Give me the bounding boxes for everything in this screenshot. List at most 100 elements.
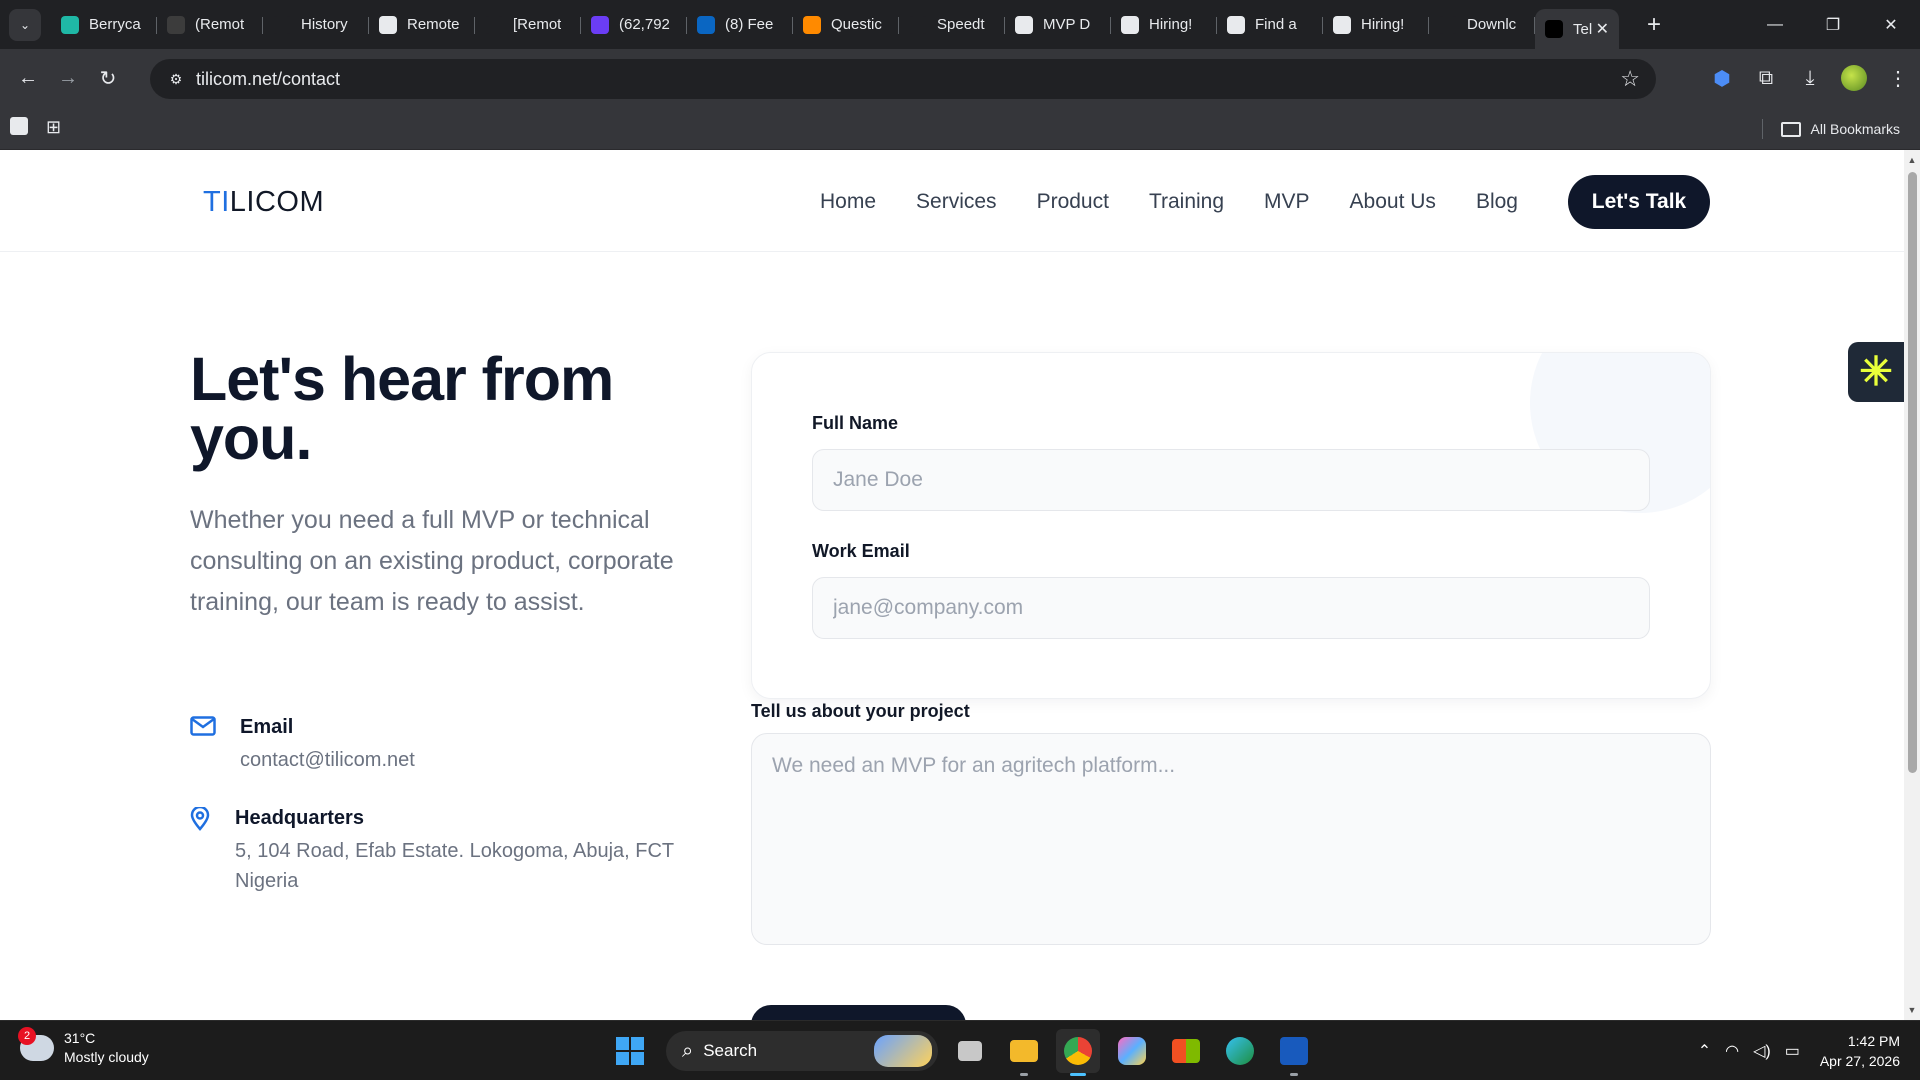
menu-kebab-icon[interactable]: ⋮ bbox=[1876, 66, 1920, 91]
scroll-down-icon[interactable]: ▼ bbox=[1904, 1002, 1920, 1018]
main-nav: Home Services Product Training MVP About Us Bl… bbox=[820, 190, 1558, 214]
back-arrow-icon[interactable]: ← bbox=[8, 58, 48, 98]
browser-tab[interactable]: (8) Fee bbox=[687, 8, 793, 42]
site-info-icon[interactable]: ⚙ bbox=[156, 71, 196, 88]
browser-tab[interactable]: [Remot bbox=[475, 8, 581, 42]
reload-icon[interactable]: ↻ bbox=[88, 58, 128, 98]
battery-icon[interactable]: ▭ bbox=[1785, 1041, 1800, 1061]
extensions-puzzle-icon[interactable]: ⧉ bbox=[1744, 67, 1788, 90]
email-value[interactable]: contact@tilicom.net bbox=[240, 745, 415, 775]
browser-tab[interactable]: (Remot bbox=[157, 8, 263, 42]
browser-tab[interactable]: Remote bbox=[369, 8, 475, 42]
tab-label: History bbox=[301, 16, 348, 33]
scroll-up-icon[interactable]: ▲ bbox=[1904, 152, 1920, 168]
clock[interactable]: 1:42 PM Apr 27, 2026 bbox=[1820, 1031, 1900, 1071]
forward-arrow-icon[interactable]: → bbox=[48, 58, 88, 98]
tab-search-chevron-icon[interactable]: ⌄ bbox=[9, 8, 41, 41]
search-label: Search bbox=[703, 1041, 758, 1060]
lets-talk-button[interactable]: Let's Talk bbox=[1568, 175, 1710, 229]
close-window-icon[interactable]: ✕ bbox=[1862, 0, 1920, 49]
file-explorer-icon[interactable] bbox=[1002, 1029, 1046, 1076]
nav-training[interactable]: Training bbox=[1149, 190, 1224, 214]
browser-tab[interactable]: Hiring! bbox=[1323, 8, 1429, 42]
download-icon[interactable]: ⤓ bbox=[1788, 67, 1832, 90]
all-bookmarks-link[interactable]: All Bookmarks bbox=[1811, 121, 1900, 137]
mail-icon bbox=[190, 716, 240, 775]
project-textarea[interactable] bbox=[751, 733, 1711, 945]
url-text[interactable]: tilicom.net/contact bbox=[196, 69, 340, 90]
word-icon[interactable] bbox=[1272, 1029, 1316, 1076]
globe-icon bbox=[1439, 15, 1457, 34]
linkedin-icon bbox=[697, 15, 715, 34]
page-title: Let's hear from you. bbox=[190, 345, 614, 472]
floating-widget-asterisk-icon[interactable]: ✳ bbox=[1848, 342, 1904, 402]
browser-tab[interactable]: History bbox=[263, 8, 369, 42]
microsoft-store-icon[interactable] bbox=[1164, 1029, 1208, 1073]
minimize-icon[interactable]: — bbox=[1746, 0, 1804, 49]
browser-tab[interactable]: Speedt bbox=[899, 8, 1005, 42]
chevron-up-icon[interactable]: ⌃ bbox=[1698, 1041, 1711, 1061]
address-bar[interactable]: ⚙ tilicom.net/contact ☆ bbox=[150, 59, 1656, 99]
hero-subtitle: Whether you need a full MVP or technical… bbox=[190, 506, 674, 616]
nav-about-us[interactable]: About Us bbox=[1350, 190, 1436, 214]
browser-tab[interactable]: MVP D bbox=[1005, 8, 1111, 42]
nav-home[interactable]: Home bbox=[820, 190, 876, 214]
extension-shield-icon[interactable]: ⬢ bbox=[1700, 66, 1744, 91]
hq-address: 5, 104 Road, Efab Estate. Lokogoma, Abuj… bbox=[235, 840, 674, 892]
apps-grid-icon[interactable]: ⊞ bbox=[46, 117, 61, 138]
taskbar-search[interactable]: ⌕ Search bbox=[666, 1031, 938, 1071]
page-scrollbar[interactable]: ▲ ▼ bbox=[1904, 150, 1920, 1020]
volume-icon[interactable]: ◁) bbox=[1753, 1041, 1771, 1061]
work-email-input[interactable] bbox=[812, 577, 1650, 639]
wifi-icon[interactable]: ◠ bbox=[1725, 1041, 1739, 1061]
tab-label: Find a bbox=[1255, 16, 1297, 33]
tab-search-square-icon[interactable] bbox=[10, 117, 28, 135]
browser-tab[interactable]: (62,792 bbox=[581, 8, 687, 42]
site-header: TILICOM Home Services Product Training MVP Ab… bbox=[0, 150, 1904, 252]
globe-icon bbox=[485, 15, 503, 34]
tilicom-logo[interactable]: TILICOM bbox=[203, 186, 324, 219]
page-icon bbox=[1333, 15, 1351, 34]
close-tab-icon[interactable]: ✕ bbox=[1596, 19, 1609, 39]
openai-icon bbox=[1015, 15, 1033, 34]
temperature: 31°C bbox=[64, 1030, 96, 1046]
headquarters-block: Headquarters 5, 104 Road, Efab Estate. L… bbox=[190, 805, 675, 896]
bookmark-star-icon[interactable]: ☆ bbox=[1620, 66, 1640, 92]
browser-tab[interactable]: Downlc bbox=[1429, 8, 1535, 42]
full-name-label: Full Name bbox=[812, 413, 899, 433]
weather-condition: Mostly cloudy bbox=[64, 1049, 149, 1065]
profile-avatar[interactable] bbox=[1841, 65, 1867, 91]
submit-button[interactable] bbox=[751, 1005, 966, 1020]
clock-date: Apr 27, 2026 bbox=[1819, 1053, 1900, 1069]
tab-label: [Remot bbox=[513, 16, 562, 33]
page-icon bbox=[1227, 15, 1245, 34]
nav-mvp[interactable]: MVP bbox=[1264, 190, 1310, 214]
copilot-icon[interactable] bbox=[1110, 1029, 1154, 1073]
scroll-thumb[interactable] bbox=[1908, 172, 1917, 773]
browser-tab[interactable]: Berryca bbox=[51, 8, 157, 42]
search-highlight-image bbox=[874, 1035, 932, 1067]
nav-services[interactable]: Services bbox=[916, 190, 997, 214]
restore-icon[interactable]: ❐ bbox=[1804, 0, 1862, 49]
tab-label: Berryca bbox=[89, 16, 141, 33]
bookmarks-divider bbox=[1761, 119, 1763, 139]
contact-form-card: Full Name Work Email bbox=[751, 352, 1711, 699]
browser-tab[interactable]: Hiring! bbox=[1111, 8, 1217, 42]
active-browser-tab[interactable]: Tel ✕ bbox=[1535, 9, 1619, 49]
new-tab-button[interactable]: + bbox=[1639, 11, 1669, 39]
tab-label: (8) Fee bbox=[725, 16, 774, 33]
tab-label: Remote bbox=[407, 16, 460, 33]
windows-start-icon[interactable] bbox=[608, 1029, 652, 1073]
browser-tab[interactable]: Find a bbox=[1217, 8, 1323, 42]
nav-blog[interactable]: Blog bbox=[1476, 190, 1518, 214]
folder-icon[interactable] bbox=[1780, 121, 1801, 137]
chrome-icon[interactable] bbox=[1056, 1029, 1100, 1076]
edge-icon[interactable] bbox=[1218, 1029, 1262, 1073]
project-label: Tell us about your project bbox=[751, 701, 970, 721]
task-view-icon[interactable] bbox=[948, 1029, 992, 1073]
full-name-input[interactable] bbox=[812, 449, 1650, 511]
browser-tab[interactable]: Questic bbox=[793, 8, 899, 42]
weather-widget[interactable]: 2 31°C Mostly cloudy bbox=[18, 1027, 149, 1067]
logo-rest: LICOM bbox=[229, 186, 325, 218]
nav-product[interactable]: Product bbox=[1037, 190, 1109, 214]
